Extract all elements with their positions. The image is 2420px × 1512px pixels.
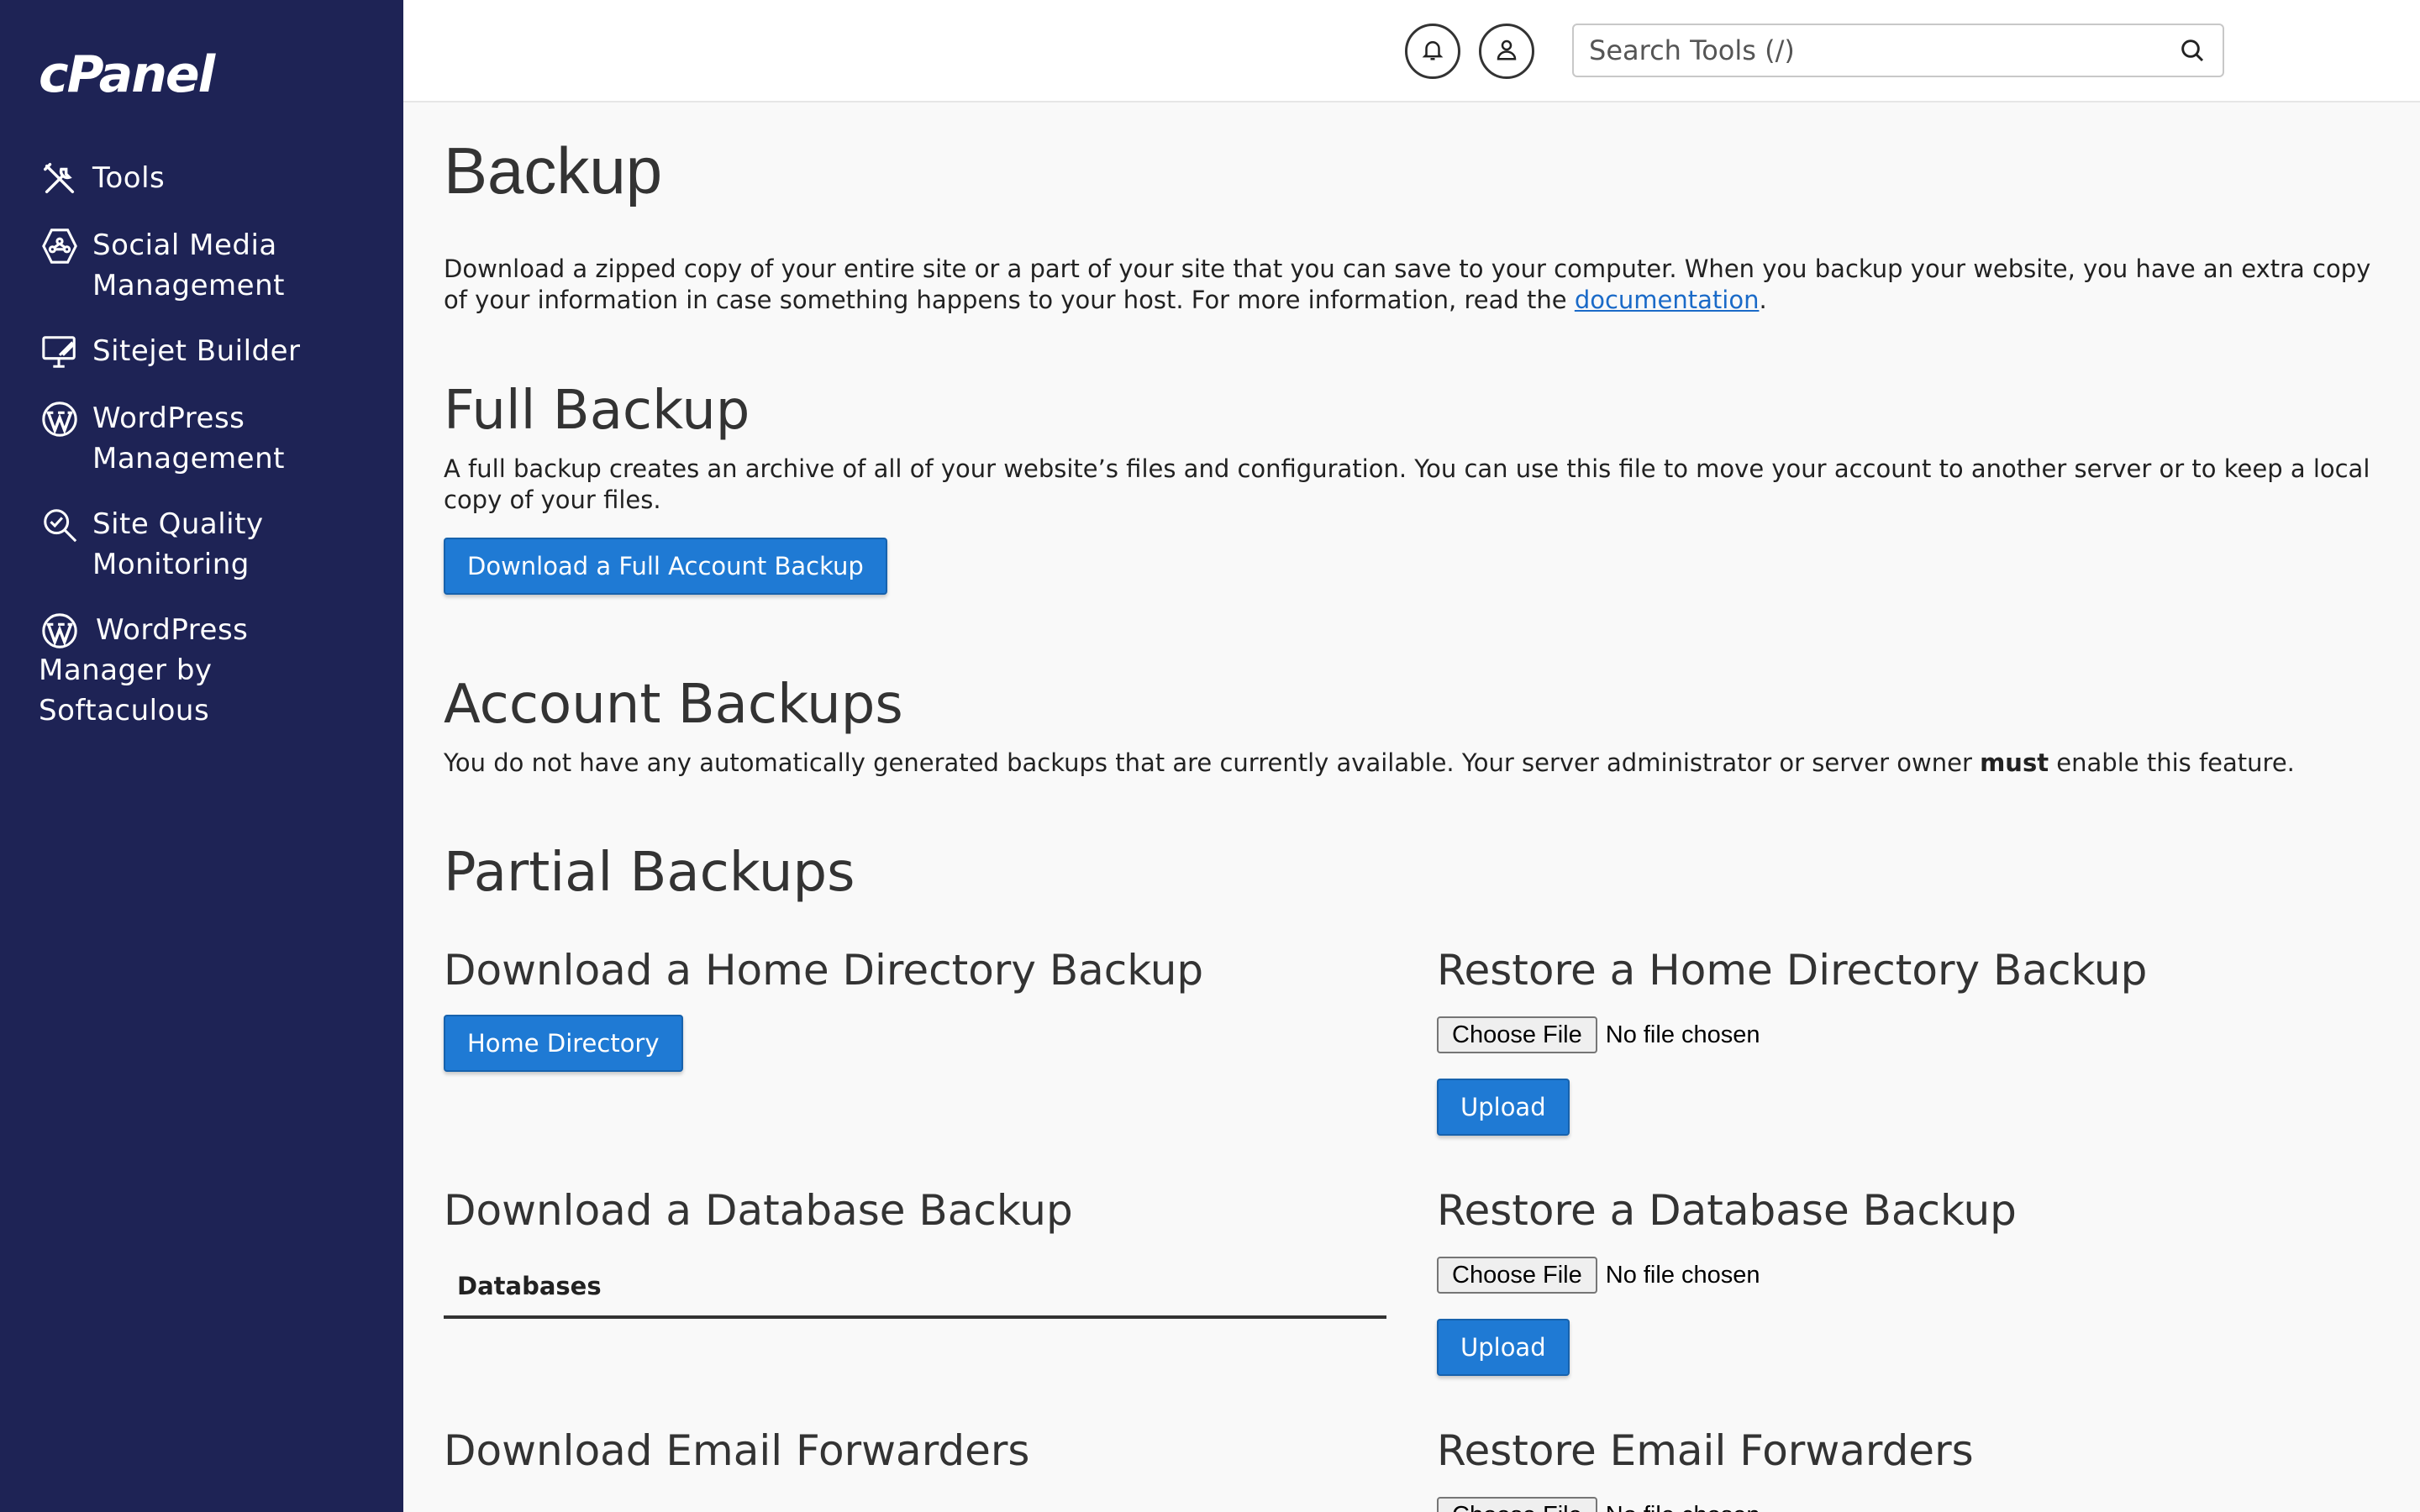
upload-database-backup-button[interactable]: Upload [1437,1319,1570,1376]
database-restore-file-picker: Choose File No file chosen [1437,1257,1760,1294]
sidebar-nav: Tools Social Media Management Sitejet Bu… [0,158,403,756]
sidebar-item-sitejet[interactable]: Sitejet Builder [0,331,403,373]
sidebar-item-label: WordPress Manager by Softaculous [39,613,249,727]
account-backups-emphasis: must [1980,748,2049,777]
upload-home-backup-button[interactable]: Upload [1437,1079,1570,1136]
sidebar-item-label: Tools [92,161,166,195]
sidebar-item-wordpress-management[interactable]: WordPress Management [0,398,403,479]
sidebar-item-site-quality[interactable]: Site Quality Monitoring [0,504,403,585]
account-backups-text-body: You do not have any automatically genera… [444,748,1981,777]
wordpress-icon [39,398,81,440]
cpanel-logo[interactable]: cPanel [39,45,215,104]
file-status: No file chosen [1606,1502,1760,1512]
home-directory-button[interactable]: Home Directory [444,1015,683,1072]
file-status: No file chosen [1605,1261,1760,1289]
choose-file-button[interactable]: Choose File [1437,1016,1597,1053]
sidebar-item-label: WordPress Management [92,402,285,475]
file-status: No file chosen [1605,1021,1760,1048]
restore-database-heading: Restore a Database Backup [1437,1186,2017,1235]
tools-icon [39,158,81,200]
sidebar-item-tools[interactable]: Tools [0,158,403,200]
intro-text-end: . [1759,286,1767,314]
search-input[interactable] [1574,25,2175,76]
sitejet-icon [39,331,81,373]
home-restore-file-picker: Choose File No file chosen [1437,1016,1760,1053]
sidebar: cPanel Tools Social Media Management Sit… [0,0,403,1512]
search-box [1572,24,2224,77]
sidebar-item-label: Sitejet Builder [92,334,301,368]
documentation-link[interactable]: documentation [1575,286,1760,314]
restore-email-forwarders-heading: Restore Email Forwarders [1437,1426,1974,1475]
intro-text-body: Download a zipped copy of your entire si… [444,255,2371,314]
databases-column-header: Databases [457,1272,602,1300]
user-icon [1494,37,1519,66]
partial-backups-heading: Partial Backups [444,842,855,904]
account-backups-text-end: enable this feature. [2049,748,2295,777]
full-backup-heading: Full Backup [444,380,750,442]
choose-file-button[interactable]: Choose File [1437,1257,1597,1294]
restore-home-directory-heading: Restore a Home Directory Backup [1437,946,2148,995]
wordpress-icon [39,610,81,652]
account-backups-heading: Account Backups [444,674,903,736]
intro-text: Download a zipped copy of your entire si… [444,254,2385,316]
sidebar-item-wordpress-softaculous[interactable]: WordPress Manager by Softaculous [0,610,403,731]
choose-file-button[interactable]: Choose File [1437,1497,1597,1512]
user-menu-button[interactable] [1479,24,1534,79]
notifications-button[interactable] [1405,24,1460,79]
page-title: Backup [444,134,663,207]
social-media-icon [39,225,81,267]
sidebar-item-social-media[interactable]: Social Media Management [0,225,403,306]
sidebar-item-label: Social Media Management [92,228,285,302]
email-restore-file-picker: Choose File No file chosen [1437,1497,1760,1512]
sidebar-item-label: Site Quality Monitoring [92,507,264,581]
table-divider [444,1315,1386,1319]
top-header [403,0,2420,102]
account-backups-text: You do not have any automatically genera… [444,748,2385,779]
download-email-forwarders-heading: Download Email Forwarders [444,1426,1030,1475]
full-backup-description: A full backup creates an archive of all … [444,454,2370,514]
download-home-directory-heading: Download a Home Directory Backup [444,946,1204,995]
download-full-backup-button[interactable]: Download a Full Account Backup [444,538,887,595]
site-quality-icon [39,504,81,546]
search-icon[interactable] [2175,34,2209,67]
bell-icon [1420,37,1445,66]
download-database-heading: Download a Database Backup [444,1186,1073,1235]
